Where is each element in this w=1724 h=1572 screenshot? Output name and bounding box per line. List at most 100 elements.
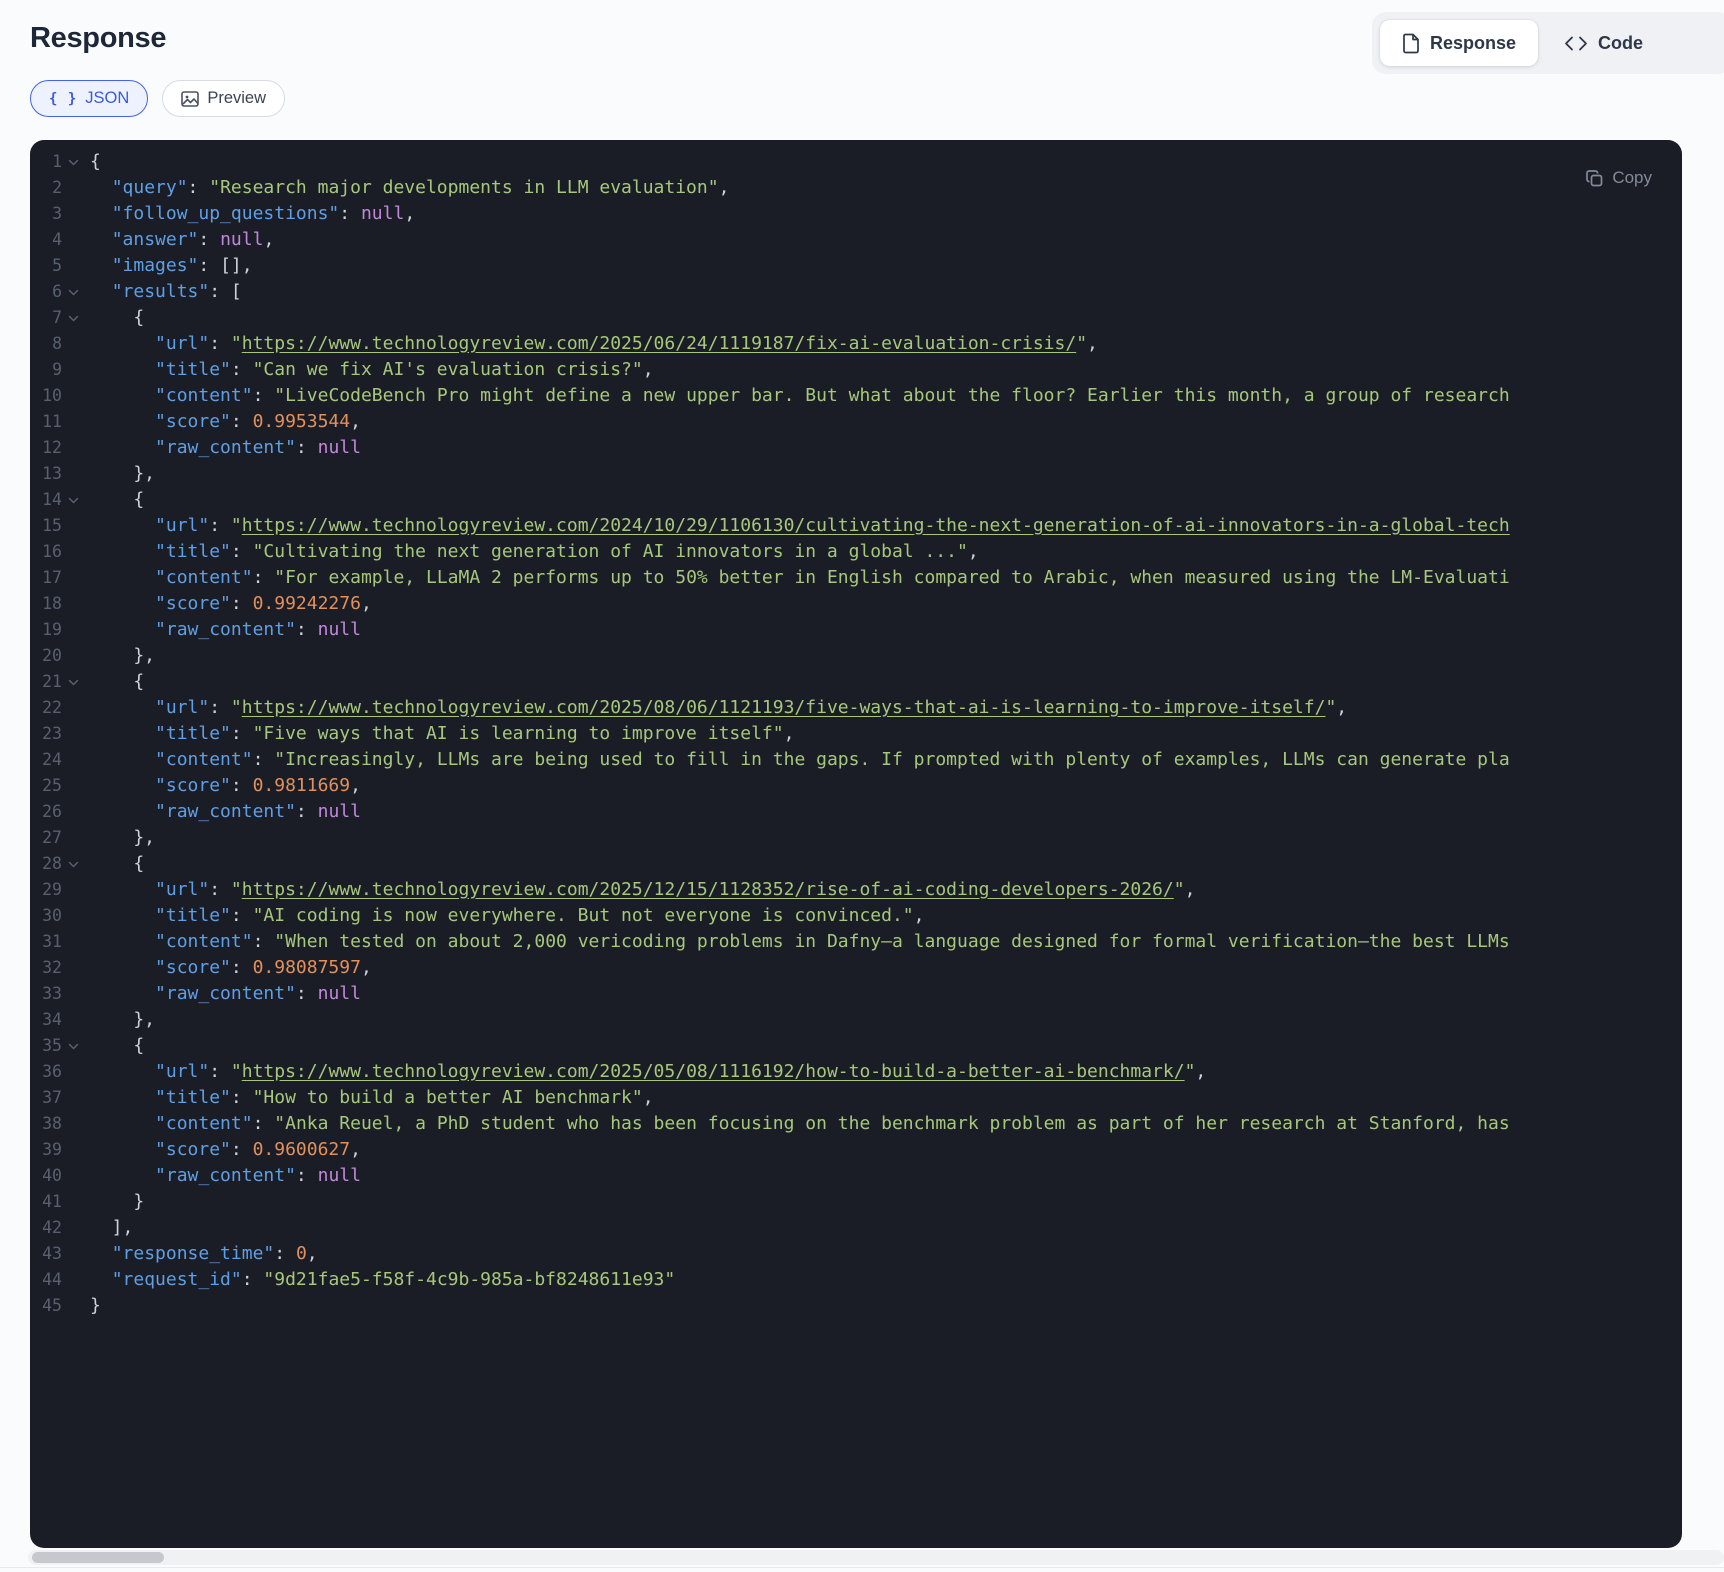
code-token: {: [90, 671, 145, 692]
code-token: "url": [155, 697, 210, 718]
code-line-content: "url": "https://www.technologyreview.com…: [90, 331, 1098, 357]
copy-button[interactable]: Copy: [1585, 168, 1652, 188]
url-link[interactable]: https://www.technologyreview.com/2024/10…: [242, 515, 1510, 536]
line-number: 31: [42, 932, 62, 951]
code-line: 36 "url": "https://www.technologyreview.…: [38, 1059, 1682, 1085]
code-token: "AI coding is now everywhere. But not ev…: [252, 905, 914, 926]
code-line-content: "url": "https://www.technologyreview.com…: [90, 877, 1195, 903]
code-token: "url": [155, 515, 210, 536]
code-token: :: [230, 775, 253, 796]
line-number: 22: [42, 698, 62, 717]
code-token: },: [90, 463, 156, 484]
code-token: null: [317, 983, 361, 1004]
mode-code-label: Code: [1598, 32, 1644, 53]
mode-response-label: Response: [1430, 32, 1517, 53]
code-line: 42 ],: [38, 1215, 1682, 1241]
tab-preview[interactable]: Preview: [162, 80, 285, 117]
code-token: "answer": [111, 229, 199, 250]
image-icon: [181, 90, 200, 107]
code-line: 12 "raw_content": null: [38, 435, 1682, 461]
horizontal-scrollbar[interactable]: [28, 1550, 1724, 1565]
code-token: "title": [155, 541, 231, 562]
code-line: 23 "title": "Five ways that AI is learni…: [38, 721, 1682, 747]
code-line-content: {: [90, 851, 144, 877]
code-line-content: "content": "When tested on about 2,000 v…: [90, 929, 1510, 955]
tab-preview-label: Preview: [207, 89, 266, 107]
code-token: "raw_content": [155, 619, 296, 640]
line-number: 20: [42, 646, 62, 665]
code-line: 26 "raw_content": null: [38, 799, 1682, 825]
code-line-content: "raw_content": null: [90, 1163, 361, 1189]
code-token: :: [252, 385, 275, 406]
code-line: 5 "images": [],: [38, 253, 1682, 279]
code-token: 0.99242276: [252, 593, 361, 614]
code-token: "content": [155, 1113, 253, 1134]
code-area[interactable]: 1{2 "query": "Research major development…: [30, 140, 1682, 1548]
line-number: 1: [52, 152, 62, 171]
code-token: ,: [350, 775, 361, 796]
code-token: :: [252, 749, 275, 770]
url-link[interactable]: https://www.technologyreview.com/2025/12…: [242, 879, 1174, 900]
line-number: 43: [42, 1244, 62, 1263]
code-token: "score": [155, 775, 231, 796]
code-line: 45}: [38, 1293, 1682, 1319]
mode-code-button[interactable]: Code: [1538, 20, 1669, 66]
code-token: "Research major developments in LLM eval…: [209, 177, 719, 198]
code-token: "title": [155, 723, 231, 744]
url-link[interactable]: https://www.technologyreview.com/2025/08…: [242, 697, 1326, 718]
fold-chevron-icon[interactable]: [62, 315, 84, 322]
code-token: {: [90, 1035, 145, 1056]
line-number: 13: [42, 464, 62, 483]
code-token: :: [295, 1165, 318, 1186]
code-token: :: [230, 723, 253, 744]
code-token: "score": [155, 1139, 231, 1160]
code-line-content: "content": "For example, LLaMA 2 perform…: [90, 565, 1510, 591]
code-token: {: [90, 853, 145, 874]
code-token: :: [339, 203, 361, 224]
code-token: :: [252, 931, 275, 952]
code-line-content: "score": 0.9600627,: [90, 1137, 361, 1163]
fold-chevron-icon[interactable]: [62, 679, 84, 686]
code-token: ,: [642, 359, 654, 380]
code-line: 41 }: [38, 1189, 1682, 1215]
code-token: "raw_content": [155, 983, 296, 1004]
code-line-content: "raw_content": null: [90, 799, 361, 825]
code-line: 15 "url": "https://www.technologyreview.…: [38, 513, 1682, 539]
code-token: :: [209, 879, 231, 900]
code-token: "content": [155, 931, 253, 952]
code-token: :: [230, 411, 253, 432]
scrollbar-thumb[interactable]: [32, 1552, 164, 1563]
code-token: :: [241, 1269, 264, 1290]
fold-chevron-icon[interactable]: [62, 1043, 84, 1050]
code-token: 0: [295, 1243, 307, 1264]
line-number: 14: [42, 490, 62, 509]
code-token: ,: [967, 541, 979, 562]
copy-icon: [1585, 169, 1604, 188]
code-token: ,: [263, 229, 275, 250]
fold-chevron-icon[interactable]: [62, 159, 84, 166]
code-token: :: [209, 515, 231, 536]
fold-chevron-icon[interactable]: [62, 497, 84, 504]
code-token: "score": [155, 411, 231, 432]
fold-chevron-icon[interactable]: [62, 861, 84, 868]
code-token: ,: [404, 203, 416, 224]
url-link[interactable]: https://www.technologyreview.com/2025/06…: [242, 333, 1076, 354]
code-token: ,: [718, 177, 730, 198]
mode-response-button[interactable]: Response: [1380, 20, 1539, 66]
code-token: ,: [1195, 1061, 1207, 1082]
tab-json[interactable]: { } JSON: [30, 80, 149, 117]
url-link[interactable]: https://www.technologyreview.com/2025/05…: [242, 1061, 1185, 1082]
code-token: {: [90, 307, 145, 328]
code-token: "LiveCodeBench Pro might define a new up…: [274, 385, 1510, 406]
fold-chevron-icon[interactable]: [62, 289, 84, 296]
copy-label: Copy: [1612, 168, 1652, 187]
line-number: 35: [42, 1036, 62, 1055]
